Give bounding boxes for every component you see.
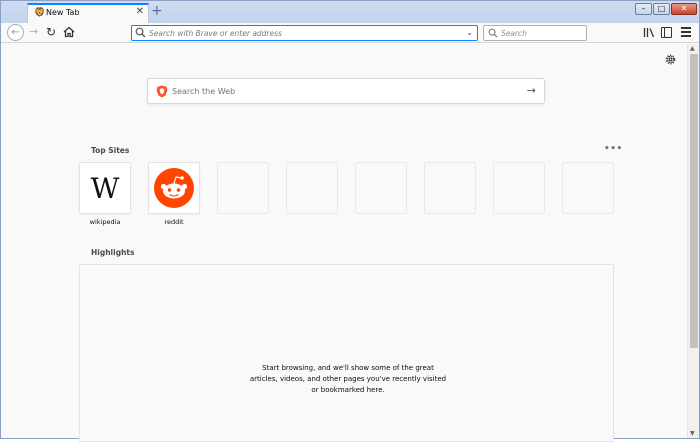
reload-button[interactable]: ↻ [46,24,56,40]
close-tab-icon[interactable]: ✕ [136,6,144,18]
more-options-icon[interactable]: ••• [604,144,623,154]
search-icon [488,28,498,38]
scroll-up-icon[interactable]: ▲ [690,45,695,52]
tab-strip: 🦁 New Tab ✕ + – □ ✕ [1,1,699,23]
highlights-heading[interactable]: Highlights [91,248,134,257]
top-site-tile-empty[interactable] [286,162,338,214]
brave-logo-icon [156,85,168,98]
maximize-button[interactable]: □ [653,3,670,15]
top-sites-heading[interactable]: Top Sites [91,146,129,155]
top-site-label: reddit [164,218,184,226]
reddit-logo-icon [154,168,194,208]
web-search-box[interactable]: → [147,78,545,104]
wikipedia-logo-icon: W [90,171,120,205]
web-search-input[interactable] [172,83,512,99]
search-icon [135,27,146,38]
top-site-tile-empty[interactable] [217,162,269,214]
scrollbar-thumb[interactable] [690,54,698,348]
top-site-label: wikipedia [89,218,121,226]
arrow-right-icon[interactable]: → [527,83,536,99]
top-site-tile-reddit[interactable] [148,162,200,214]
top-site-tile-wikipedia[interactable]: W [79,162,131,214]
browser-window: 🦁 New Tab ✕ + – □ ✕ ← → ↻ ⌄ [0,0,700,442]
search-input[interactable] [501,26,581,40]
address-input[interactable] [149,26,459,40]
chevron-down-icon[interactable]: ⌄ [466,26,473,40]
brave-icon: 🦁 [34,8,46,18]
home-icon[interactable] [63,26,75,38]
tab-new-tab[interactable]: 🦁 New Tab ✕ [27,3,149,23]
window-controls: – □ ✕ [635,3,697,15]
minimize-button[interactable]: – [635,3,652,15]
top-site-tile-empty[interactable] [562,162,614,214]
gear-icon[interactable] [665,54,676,65]
vertical-scrollbar[interactable]: ▲ ▼ [687,44,699,438]
top-site-tile-empty[interactable] [355,162,407,214]
new-tab-page: → Top Sites ••• W wikipedia reddit [1,44,687,442]
library-icon[interactable] [643,27,655,38]
highlights-panel: Start browsing, and we'll show some of t… [79,264,614,442]
top-site-tile-empty[interactable] [424,162,476,214]
back-button[interactable]: ← [7,24,24,41]
close-window-button[interactable]: ✕ [671,3,697,15]
new-tab-button[interactable]: + [151,4,163,18]
top-site-tile-empty[interactable] [493,162,545,214]
navigation-toolbar: ← → ↻ ⌄ [1,23,699,43]
sidebar-toggle-icon[interactable] [661,27,672,38]
highlights-empty-message: Start browsing, and we'll show some of t… [249,364,447,394]
forward-button[interactable]: → [29,25,38,39]
tab-title: New Tab [46,8,80,17]
scroll-down-icon[interactable]: ▼ [690,430,695,437]
address-bar[interactable]: ⌄ [131,25,478,41]
hamburger-menu-icon[interactable] [681,27,691,37]
search-bar[interactable] [483,25,587,41]
